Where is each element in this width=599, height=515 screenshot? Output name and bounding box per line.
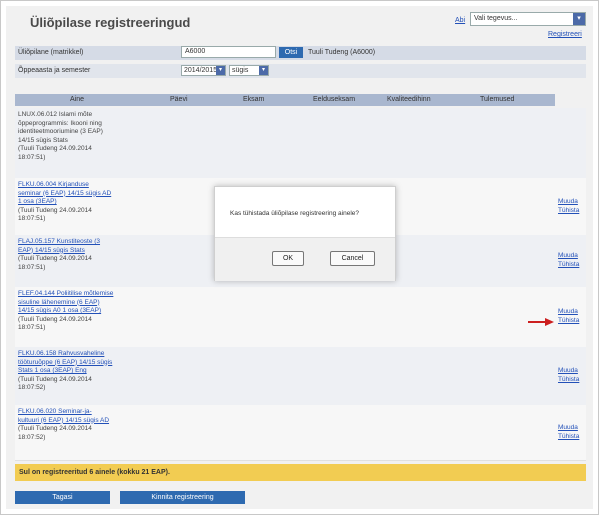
table-row: FLKU.06.020 Seminar-ja-kultuuri (6 EAP) … [15,405,586,461]
cancel-registration-link[interactable]: Tühista [558,376,579,385]
course-link[interactable]: seminar (6 EAP) 14/15 sügis AD [18,190,163,199]
course-info-line: (Tuuli Tudeng 24.09.2014 [18,255,92,262]
dialog-message: Kas tühistada üliõpilase registreering a… [230,210,359,217]
column-header: Kvaliteedihinn [387,96,431,103]
course-info-line: 18:07:51) [18,153,46,161]
help-link[interactable]: Registreeri [548,31,582,38]
course-cell: FLEF.04.144 Poliitilise mõtlemise sisulin… [18,290,163,333]
student-row: Üliõpilane (matrikkel) A6000 Otsi Tuuli … [15,46,586,60]
search-button[interactable]: Otsi [279,47,303,58]
course-info-line: (Tuuli Tudeng 24.09.2014 [18,425,92,432]
edit-link[interactable]: Muuda [558,252,579,261]
semester-select-value: sügis [232,67,249,74]
cancel-registration-link[interactable]: Tühista [558,317,579,326]
row-actions: Muuda Tühista [558,367,579,384]
course-info-line: 18:07:52) [18,384,46,391]
chevron-down-icon: ▾ [259,66,268,75]
course-info-line: (Tuuli Tudeng 24.09.2014 [18,206,92,214]
course-info-line: 18:07:51) [18,215,46,222]
course-link[interactable]: 1 osa (3EAP) [18,198,163,207]
student-code-input[interactable]: A6000 [181,46,276,58]
summary-text: Sul on registreeritud 6 ainele (kokku 21… [19,469,170,476]
dialog-footer: OK Cancel [215,237,395,281]
course-cell: FLKU.06.020 Seminar-ja-kultuuri (6 EAP) … [18,408,163,442]
course-info-line: 14/15 sügis Stats [18,136,68,144]
cancel-registration-link[interactable]: Tühista [558,207,579,216]
course-info-line: (Tuuli Tudeng 24.09.2014 [18,375,92,383]
chevron-down-icon: ▾ [216,66,225,75]
edit-link[interactable]: Muuda [558,308,579,317]
chevron-down-icon: ▾ [573,13,585,25]
course-info-line: LNUX.06.012 Islami mõte [18,111,93,118]
language-link[interactable]: Abi [455,17,465,24]
course-link[interactable]: FLKU.06.020 Seminar-ja- [18,408,163,417]
cancel-registration-link[interactable]: Tühista [558,261,579,270]
row-actions: Muuda Tühista [558,308,579,325]
semester-row: Õppeaasta ja semester 2014/2015 ▾ sügis … [15,64,586,78]
red-arrow-icon [528,318,554,326]
course-link[interactable]: kultuuri (6 EAP) 14/15 sügis AD [18,417,163,426]
semester-select[interactable]: sügis ▾ [229,65,269,76]
confirm-dialog: Kas tühistada üliõpilase registreering a… [214,186,396,281]
student-name: Tuuli Tudeng (A6000) [308,49,376,56]
edit-link[interactable]: Muuda [558,367,579,376]
summary-bar: Sul on registreeritud 6 ainele (kokku 21… [15,464,586,481]
course-link[interactable]: FLAJ.05.157 Kunstiteoste (3 [18,238,163,247]
course-info-line: (Tuuli Tudeng 24.09.2014 [18,315,92,323]
column-header: Eksam [243,96,265,103]
course-link[interactable]: 14/15 sügis A0 1 osa (3EAP) [18,307,163,316]
course-link[interactable]: Stats 1 osa (3EAP) Eng [18,367,163,376]
table-header: Aine Päevi Eksam Eelduseksam Kvaliteedih… [15,94,555,106]
course-link[interactable]: EAP) 14/15 sügis Stats [18,247,163,256]
cancel-button[interactable]: Cancel [330,251,375,266]
course-link[interactable]: FLKU.06.004 Kirjanduse [18,181,163,190]
course-info-line: 18:07:52) [18,433,46,441]
course-info-line: 18:07:51) [18,324,46,331]
year-label: Õppeaasta ja semester [18,67,91,74]
table-row: FLEF.04.144 Poliitilise mõtlemise sisulin… [15,287,586,348]
cancel-registration-link[interactable]: Tühista [558,433,579,442]
column-header: Eelduseksam [313,96,356,103]
course-cell: FLKU.06.004 Kirjanduse seminar (6 EAP) 14… [18,181,163,224]
table-row: LNUX.06.012 Islami mõte õppeprogrammis: I… [15,108,586,179]
year-select-value: 2014/2015 [184,67,218,74]
action-select-value: Vali tegevus... [474,15,518,22]
confirm-registration-button[interactable]: Kinnita registreering [120,491,245,504]
course-link[interactable]: FLKU.06.158 Rahvusvaheline [18,350,163,359]
column-header: Päevi [170,96,188,103]
year-select[interactable]: 2014/2015 ▾ [181,65,226,76]
row-actions: Muuda Tühista [558,252,579,269]
course-cell: LNUX.06.012 Islami mõte õppeprogrammis: I… [18,111,163,162]
course-info-line: identiteetmooriumine (3 EAP) [18,128,103,135]
student-label: Üliõpilane (matrikkel) [18,49,84,56]
course-cell: FLKU.06.158 Rahvusvaheline tööturuõppe (6… [18,350,163,393]
edit-link[interactable]: Muuda [558,198,579,207]
table-row: FLKU.06.158 Rahvusvaheline tööturuõppe (6… [15,347,586,406]
course-link[interactable]: tööturuõppe (6 EAP) 14/15 sügis [18,359,163,368]
row-actions: Muuda Tühista [558,424,579,441]
row-actions: Muuda Tühista [558,198,579,215]
ok-button[interactable]: OK [272,251,304,266]
column-header: Tulemused [480,96,515,103]
course-info-line: (Tuuli Tudeng 24.09.2014 [18,145,92,152]
back-button[interactable]: Tagasi [15,491,110,504]
course-link[interactable]: sisuline lähenemine (6 EAP) [18,299,163,308]
course-cell: FLAJ.05.157 Kunstiteoste (3 EAP) 14/15 sü… [18,238,163,272]
course-info-line: 18:07:51) [18,263,46,271]
page-title: Üliõpilase registreeringud [30,15,191,30]
action-select[interactable]: Vali tegevus... ▾ [470,12,586,26]
course-info-line: õppeprogrammis: Ikooni ning [18,119,102,127]
course-link[interactable]: FLEF.04.144 Poliitilise mõtlemise [18,290,163,299]
column-header: Aine [70,96,85,103]
edit-link[interactable]: Muuda [558,424,579,433]
